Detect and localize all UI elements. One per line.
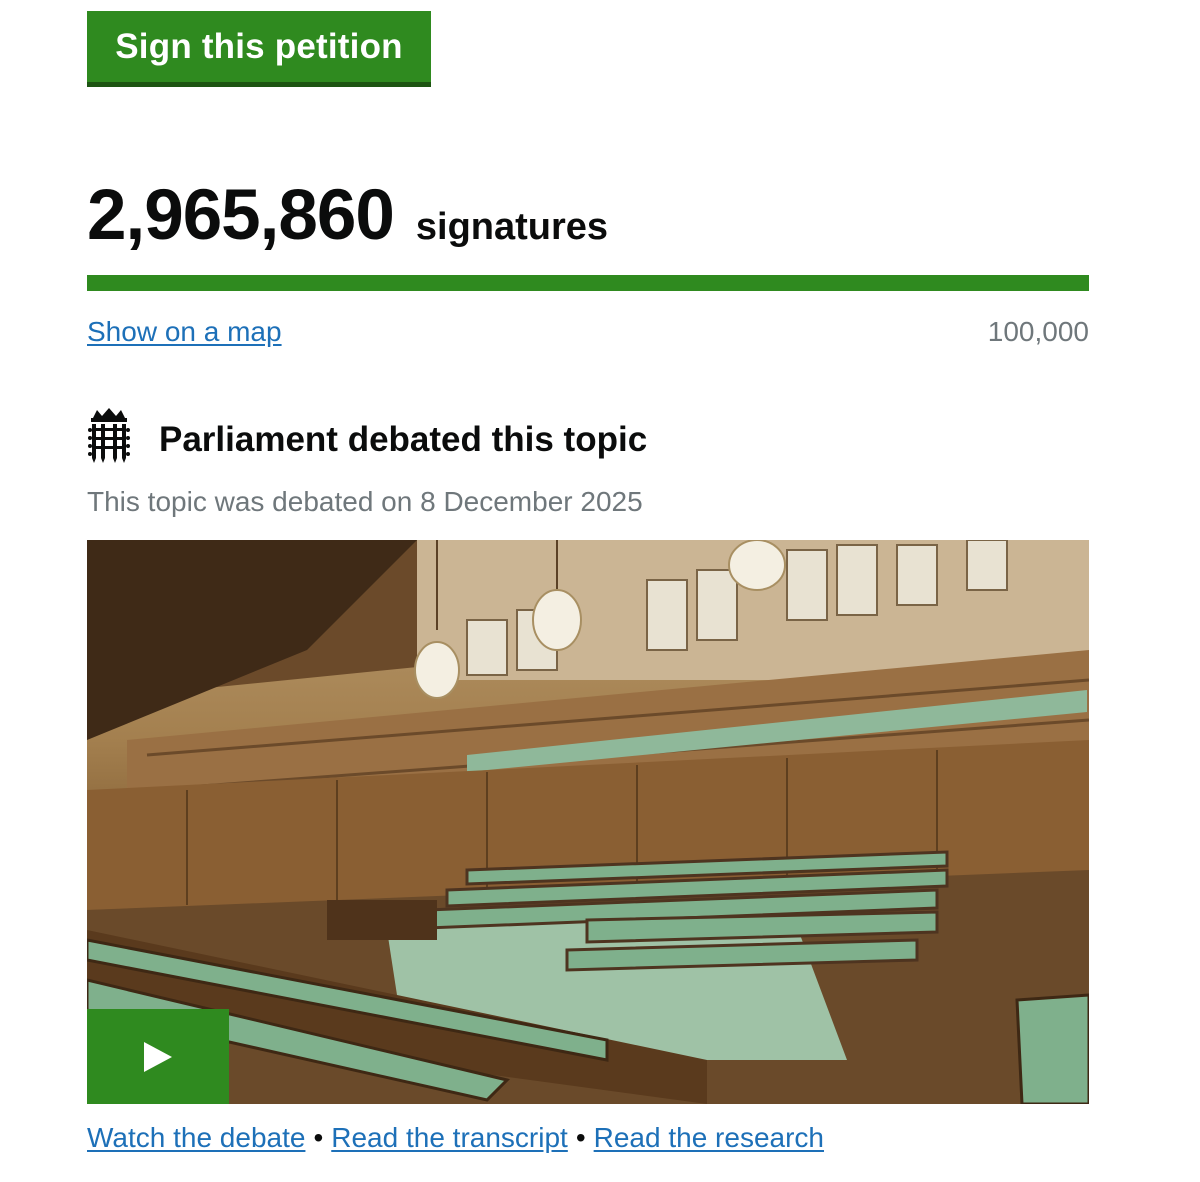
play-video-button[interactable] bbox=[87, 1009, 229, 1104]
read-research-link[interactable]: Read the research bbox=[594, 1122, 824, 1153]
signature-progress-fill bbox=[87, 275, 1089, 291]
debate-heading: Parliament debated this topic bbox=[159, 420, 648, 459]
portcullis-icon bbox=[88, 408, 130, 463]
link-separator: • bbox=[313, 1122, 324, 1153]
read-transcript-link[interactable]: Read the transcript bbox=[331, 1122, 568, 1153]
sign-petition-button[interactable]: Sign this petition bbox=[87, 11, 431, 87]
chamber-illustration bbox=[87, 540, 1089, 1104]
play-icon bbox=[144, 1041, 172, 1072]
debate-threshold: 100,000 bbox=[987, 316, 1089, 347]
debate-links: Watch the debate • Read the transcript • Rea… bbox=[87, 1122, 824, 1154]
signature-progress-bar bbox=[87, 275, 1089, 291]
watch-debate-link[interactable]: Watch the debate bbox=[87, 1122, 305, 1153]
signature-count-row: 2,965,860 signatures bbox=[87, 180, 608, 251]
link-separator: • bbox=[575, 1122, 586, 1153]
signature-label: signatures bbox=[415, 206, 609, 248]
show-on-map-link[interactable]: Show on a map bbox=[87, 316, 282, 348]
signature-count: 2,965,860 bbox=[87, 176, 395, 255]
house-of-commons-photo bbox=[87, 540, 1089, 1104]
debate-date: This topic was debated on 8 December 202… bbox=[87, 486, 643, 517]
